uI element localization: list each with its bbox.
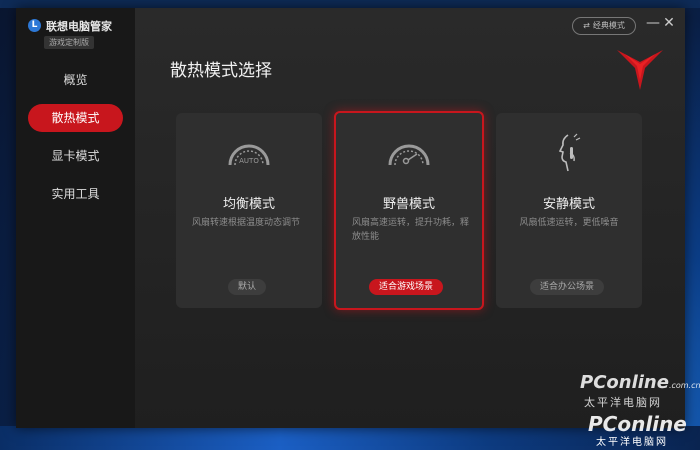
minimize-button[interactable]: — (646, 15, 660, 31)
mode-card-balanced[interactable]: AUTO 均衡模式 风扇转速根据温度动态调节 默认 (176, 113, 322, 308)
mode-title: 安静模式 (542, 197, 595, 212)
watermark-cn-bottom: 太平洋电脑网 (596, 437, 668, 448)
mode-tag: 适合办公场景 (530, 279, 605, 295)
sidebar-item-gpu-mode[interactable]: 显卡模式 (28, 142, 123, 170)
close-button[interactable]: ✕ (662, 15, 676, 31)
sidebar-item-overview[interactable]: 概览 (28, 66, 123, 94)
app-window: L 联想电脑管家 游戏定制版 概览 散热模式 显卡模式 实用工具 散热模式选择 … (16, 8, 685, 428)
classic-mode-label: 经典模式 (592, 21, 625, 30)
mode-description: 风扇高速运转，提升功耗，释放性能 (352, 218, 470, 242)
gauge-auto-text: AUTO (239, 157, 259, 165)
watermark-cn-top: 太平洋电脑网 (584, 396, 662, 409)
sidebar-item-utilities[interactable]: 实用工具 (28, 180, 123, 208)
mode-description: 风扇转速根据温度动态调节 (192, 218, 301, 228)
mode-title: 均衡模式 (222, 197, 275, 212)
gauge-auto-icon: AUTO (228, 144, 270, 166)
quiet-face-icon (558, 133, 581, 172)
desktop-top-strip (0, 0, 700, 8)
edition-badge: 游戏定制版 (44, 36, 94, 49)
mode-description: 风扇低速运转，更低噪音 (519, 218, 619, 228)
mode-card-beast[interactable]: 野兽模式 风扇高速运转，提升功耗，释放性能 适合游戏场景 (334, 111, 484, 310)
app-logo-icon: L (28, 19, 41, 32)
sidebar-item-cooling-mode[interactable]: 散热模式 (28, 104, 123, 132)
page-title: 散热模式选择 (170, 61, 272, 81)
gauge-high-icon (388, 144, 430, 166)
classic-mode-button[interactable]: ⇄ 经典模式 (572, 17, 636, 35)
mode-tag: 默认 (228, 279, 267, 295)
mode-title: 野兽模式 (382, 197, 435, 212)
mode-tag: 适合游戏场景 (369, 279, 444, 295)
main-panel: 散热模式选择 ⇄ 经典模式 — ✕ AUTO 均衡模式 风扇转速根据温度动态调节 … (135, 8, 685, 428)
sidebar: L 联想电脑管家 游戏定制版 概览 散热模式 显卡模式 实用工具 (16, 8, 135, 428)
mode-card-quiet[interactable]: 安静模式 风扇低速运转，更低噪音 适合办公场景 (496, 113, 642, 308)
watermark-brand-top: PConline.com.cn (580, 372, 700, 393)
app-name: 联想电脑管家 (46, 20, 112, 33)
legion-logo-icon (617, 50, 663, 90)
toggle-icon: ⇄ (583, 21, 590, 30)
